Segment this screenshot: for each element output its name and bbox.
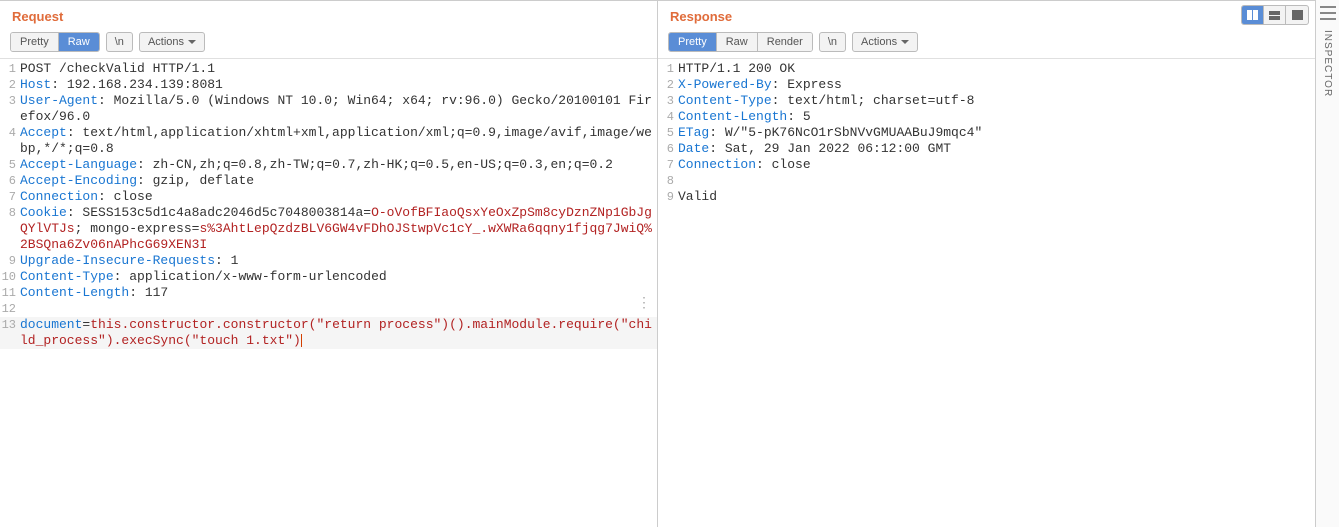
editor-line[interactable]: 9Upgrade-Insecure-Requests: 1 [0, 253, 657, 269]
line-content[interactable]: Upgrade-Insecure-Requests: 1 [20, 253, 657, 269]
line-number: 7 [658, 157, 678, 173]
editor-line[interactable]: 12 [0, 301, 657, 317]
line-number: 9 [658, 189, 678, 205]
tab-render[interactable]: Render [758, 33, 812, 51]
line-number: 8 [658, 173, 678, 189]
editor-line[interactable]: 4Content-Length: 5 [658, 109, 1315, 125]
line-content[interactable]: Content-Length: 5 [678, 109, 1315, 125]
editor-line[interactable]: 11Content-Length: 117 [0, 285, 657, 301]
line-number: 4 [0, 125, 20, 141]
line-content[interactable]: Valid [678, 189, 1315, 205]
newline-toggle[interactable]: \n [106, 32, 133, 52]
request-title: Request [12, 9, 63, 24]
line-content[interactable]: Connection: close [678, 157, 1315, 173]
line-content[interactable]: Date: Sat, 29 Jan 2022 06:12:00 GMT [678, 141, 1315, 157]
line-content[interactable]: Host: 192.168.234.139:8081 [20, 77, 657, 93]
main-split: Request Pretty Raw \n Actions 1POST /che… [0, 0, 1315, 527]
line-number: 4 [658, 109, 678, 125]
line-number: 5 [658, 125, 678, 141]
line-content[interactable]: document=this.constructor.constructor("r… [20, 317, 657, 349]
line-content[interactable]: Content-Type: application/x-www-form-url… [20, 269, 657, 285]
line-content[interactable]: HTTP/1.1 200 OK [678, 61, 1315, 77]
editor-line[interactable]: 3User-Agent: Mozilla/5.0 (Windows NT 10.… [0, 93, 657, 125]
editor-line[interactable]: 2X-Powered-By: Express [658, 77, 1315, 93]
line-number: 3 [0, 93, 20, 109]
editor-line[interactable]: 6Accept-Encoding: gzip, deflate [0, 173, 657, 189]
line-number: 12 [0, 301, 20, 317]
line-content[interactable]: Accept-Encoding: gzip, deflate [20, 173, 657, 189]
layout-controls [1241, 5, 1309, 25]
line-number: 8 [0, 205, 20, 221]
line-number: 6 [0, 173, 20, 189]
line-content[interactable]: X-Powered-By: Express [678, 77, 1315, 93]
tab-raw[interactable]: Raw [59, 33, 99, 51]
request-editor[interactable]: 1POST /checkValid HTTP/1.12Host: 192.168… [0, 59, 657, 527]
editor-line[interactable]: 8 [658, 173, 1315, 189]
actions-menu[interactable]: Actions [852, 32, 918, 52]
editor-line[interactable]: 1POST /checkValid HTTP/1.1 [0, 61, 657, 77]
request-panel: Request Pretty Raw \n Actions 1POST /che… [0, 1, 658, 527]
line-number: 7 [0, 189, 20, 205]
response-header: Response [658, 1, 1315, 28]
line-number: 9 [0, 253, 20, 269]
response-view-tabs: Pretty Raw Render [668, 32, 813, 52]
request-header: Request [0, 1, 657, 28]
editor-line[interactable]: 6Date: Sat, 29 Jan 2022 06:12:00 GMT [658, 141, 1315, 157]
newline-toggle[interactable]: \n [819, 32, 846, 52]
line-number: 6 [658, 141, 678, 157]
actions-menu[interactable]: Actions [139, 32, 205, 52]
editor-line[interactable]: 10Content-Type: application/x-www-form-u… [0, 269, 657, 285]
line-content[interactable]: Content-Length: 117 [20, 285, 657, 301]
inspector-tab[interactable]: INSPECTOR [1322, 30, 1333, 97]
chevron-down-icon [188, 40, 196, 44]
editor-line[interactable]: 8Cookie: SESS153c5d1c4a8adc2046d5c704800… [0, 205, 657, 253]
response-editor[interactable]: 1HTTP/1.1 200 OK2X-Powered-By: Express3C… [658, 59, 1315, 527]
editor-line[interactable]: 2Host: 192.168.234.139:8081 [0, 77, 657, 93]
text-cursor [301, 334, 302, 347]
layout-horizontal-split[interactable] [1264, 6, 1286, 24]
line-content[interactable]: Accept-Language: zh-CN,zh;q=0.8,zh-TW;q=… [20, 157, 657, 173]
line-content[interactable]: ETag: W/"5-pK76NcO1rSbNVvGMUAABuJ9mqc4" [678, 125, 1315, 141]
request-view-tabs: Pretty Raw [10, 32, 100, 52]
line-number: 10 [0, 269, 20, 285]
editor-line[interactable]: 1HTTP/1.1 200 OK [658, 61, 1315, 77]
response-title: Response [670, 9, 732, 24]
line-number: 1 [0, 61, 20, 77]
layout-vertical-split[interactable] [1242, 6, 1264, 24]
editor-line[interactable]: 13document=this.constructor.constructor(… [0, 317, 657, 349]
line-content[interactable]: POST /checkValid HTTP/1.1 [20, 61, 657, 77]
line-number: 2 [658, 77, 678, 93]
response-toolbar: Pretty Raw Render \n Actions [658, 28, 1315, 59]
response-panel: Response Pretty Raw Render \n Actions 1H… [658, 1, 1315, 527]
request-toolbar: Pretty Raw \n Actions [0, 28, 657, 59]
line-number: 3 [658, 93, 678, 109]
line-number: 1 [658, 61, 678, 77]
line-content[interactable]: User-Agent: Mozilla/5.0 (Windows NT 10.0… [20, 93, 657, 125]
layout-single[interactable] [1286, 6, 1308, 24]
editor-line[interactable]: 7Connection: close [0, 189, 657, 205]
tab-pretty[interactable]: Pretty [11, 33, 59, 51]
line-content[interactable]: Cookie: SESS153c5d1c4a8adc2046d5c7048003… [20, 205, 657, 253]
line-number: 5 [0, 157, 20, 173]
editor-line[interactable]: 9Valid [658, 189, 1315, 205]
line-number: 11 [0, 285, 20, 301]
line-number: 2 [0, 77, 20, 93]
menu-icon[interactable] [1320, 6, 1336, 20]
editor-line[interactable]: 3Content-Type: text/html; charset=utf-8 [658, 93, 1315, 109]
editor-line[interactable]: 5Accept-Language: zh-CN,zh;q=0.8,zh-TW;q… [0, 157, 657, 173]
line-content[interactable]: Accept: text/html,application/xhtml+xml,… [20, 125, 657, 157]
tab-raw[interactable]: Raw [717, 33, 758, 51]
right-rail: INSPECTOR [1315, 0, 1339, 527]
line-content[interactable]: Content-Type: text/html; charset=utf-8 [678, 93, 1315, 109]
editor-line[interactable]: 7Connection: close [658, 157, 1315, 173]
editor-line[interactable]: 4Accept: text/html,application/xhtml+xml… [0, 125, 657, 157]
chevron-down-icon [901, 40, 909, 44]
more-icon[interactable]: ⋮ [637, 299, 651, 305]
line-content[interactable]: Connection: close [20, 189, 657, 205]
editor-line[interactable]: 5ETag: W/"5-pK76NcO1rSbNVvGMUAABuJ9mqc4" [658, 125, 1315, 141]
tab-pretty[interactable]: Pretty [669, 33, 717, 51]
line-number: 13 [0, 317, 20, 333]
